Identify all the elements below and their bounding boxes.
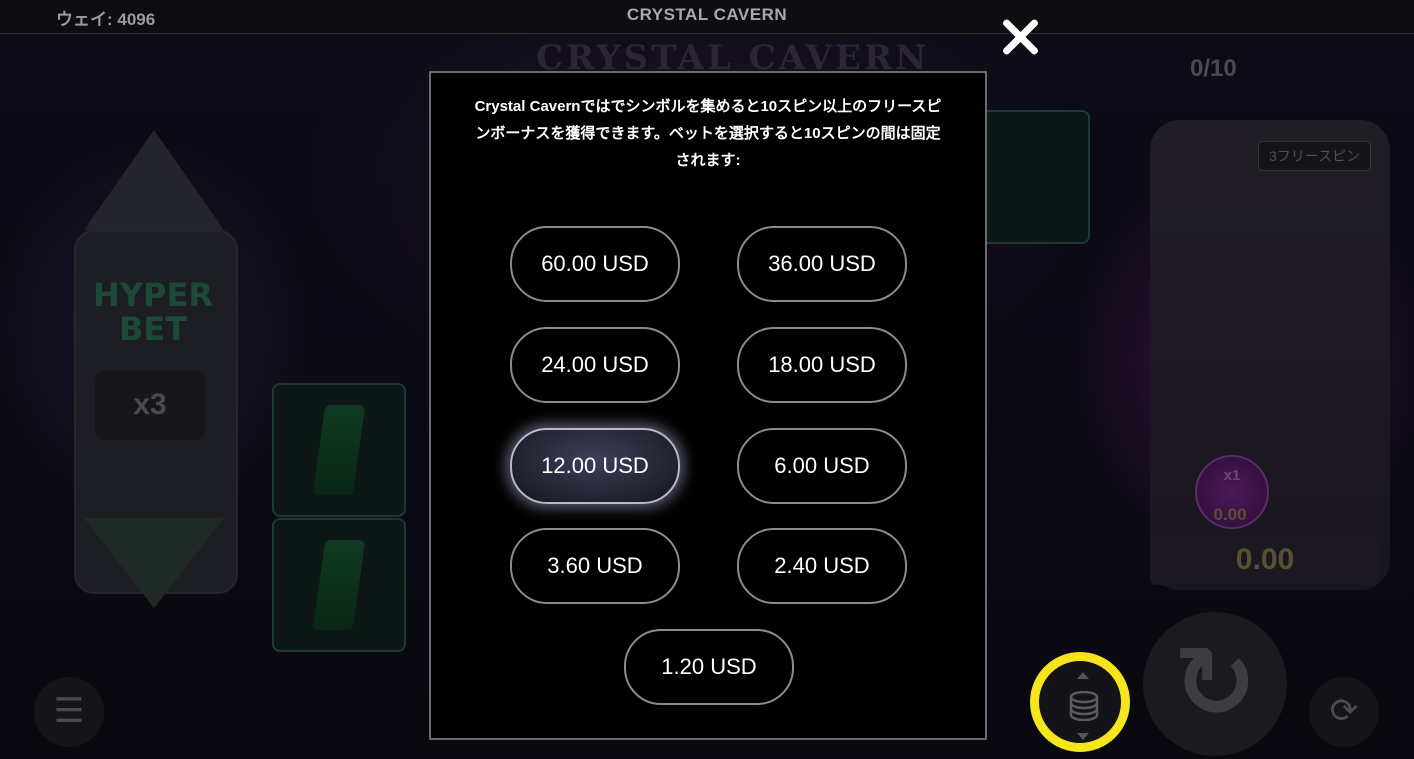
bet-option-18[interactable]: 18.00 USD <box>737 327 907 403</box>
top-bar: ウェイ: 4096 CRYSTAL CAVERN <box>0 0 1414 34</box>
bet-option-36[interactable]: 36.00 USD <box>737 226 907 302</box>
bet-option-3-60[interactable]: 3.60 USD <box>510 528 680 604</box>
bet-selection-panel: Crystal Cavernではでシンボルを集めると10スピン以上のフリースピン… <box>429 71 987 740</box>
hyper-bet-label: HYPER BET <box>93 276 213 348</box>
bet-option-2-40[interactable]: 2.40 USD <box>737 528 907 604</box>
hyper-bet-up-arrow-icon <box>84 130 224 230</box>
game-title: CRYSTAL CAVERN <box>626 5 788 24</box>
reel-symbol-tile <box>272 518 406 652</box>
bet-option-24[interactable]: 24.00 USD <box>510 327 680 403</box>
bet-option-1-20[interactable]: 1.20 USD <box>624 629 794 705</box>
reel-symbol-tile <box>272 383 406 517</box>
close-button[interactable] <box>995 12 1045 62</box>
free-spin-counter: 0/10 <box>1190 55 1237 82</box>
coin-stack-icon <box>1069 691 1099 721</box>
win-display: 0.00 <box>1150 535 1380 585</box>
bet-option-60[interactable]: 60.00 USD <box>510 226 680 302</box>
autoplay-icon: ⟳ <box>1329 692 1359 730</box>
menu-icon: ☰ <box>53 692 85 730</box>
autoplay-button[interactable]: ⟳ <box>1309 677 1379 747</box>
orb-value: 0.00 <box>1213 505 1247 524</box>
bet-option-12[interactable]: 12.00 USD <box>510 428 680 504</box>
hyper-bet-multiplier: x3 <box>95 370 205 440</box>
arrow-up-icon <box>1077 672 1089 679</box>
bet-stack-button[interactable] <box>1030 652 1130 752</box>
feature-pillar <box>1150 120 1390 590</box>
arrow-down-icon <box>1077 733 1089 740</box>
menu-button[interactable]: ☰ <box>34 677 104 747</box>
green-gem-icon <box>312 405 366 495</box>
hyper-bet-down-arrow-icon <box>84 518 224 608</box>
bet-option-6[interactable]: 6.00 USD <box>737 428 907 504</box>
bet-description: Crystal Cavernではでシンボルを集めると10スピン以上のフリースピン… <box>474 98 942 169</box>
orb-multiplier: x1 <box>1223 467 1241 484</box>
free-spin-tag: 3フリースピン <box>1258 141 1372 171</box>
spin-icon: ↻ <box>1173 627 1257 739</box>
green-gem-icon <box>312 540 366 630</box>
